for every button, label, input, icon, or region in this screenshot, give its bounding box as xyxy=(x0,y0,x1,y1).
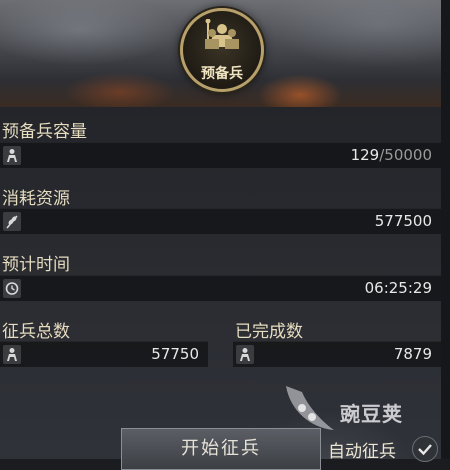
total-value: 57750 xyxy=(151,345,199,363)
capacity-label: 预备兵容量 xyxy=(2,122,87,142)
cost-field: 577500 xyxy=(0,208,441,234)
auto-recruit-label[interactable]: 自动征兵 xyxy=(328,437,396,462)
emblem-label: 预备兵 xyxy=(201,66,243,82)
check-icon xyxy=(418,444,432,456)
done-value: 7879 xyxy=(393,345,432,363)
soldier-icon xyxy=(205,19,239,49)
soldier-icon xyxy=(3,345,21,364)
soldier-icon xyxy=(236,345,254,364)
capacity-field: 129/50000 xyxy=(0,142,441,168)
cost-label: 消耗资源 xyxy=(2,189,70,209)
time-value: 06:25:29 xyxy=(364,279,432,297)
soldier-icon xyxy=(3,146,21,165)
total-field: 57750 xyxy=(0,341,208,367)
time-field: 06:25:29 xyxy=(0,275,441,301)
capacity-max: /50000 xyxy=(379,146,432,164)
cost-value: 577500 xyxy=(374,212,432,230)
watermark-text: 豌豆荚 xyxy=(340,402,403,426)
done-label: 已完成数 xyxy=(235,322,303,342)
clock-icon xyxy=(3,279,21,298)
reserve-troops-emblem: 预备兵 xyxy=(180,8,264,92)
right-edge xyxy=(441,0,450,459)
pea-pod-logo-icon xyxy=(286,386,334,430)
total-label: 征兵总数 xyxy=(2,322,70,342)
time-label: 预计时间 xyxy=(2,255,70,275)
grain-icon xyxy=(3,212,21,231)
done-field: 7879 xyxy=(233,341,441,367)
start-recruit-button[interactable]: 开始征兵 xyxy=(121,428,321,470)
capacity-value: 129/50000 xyxy=(351,146,432,164)
auto-recruit-checkbox[interactable] xyxy=(412,436,438,462)
capacity-current: 129 xyxy=(350,146,380,164)
